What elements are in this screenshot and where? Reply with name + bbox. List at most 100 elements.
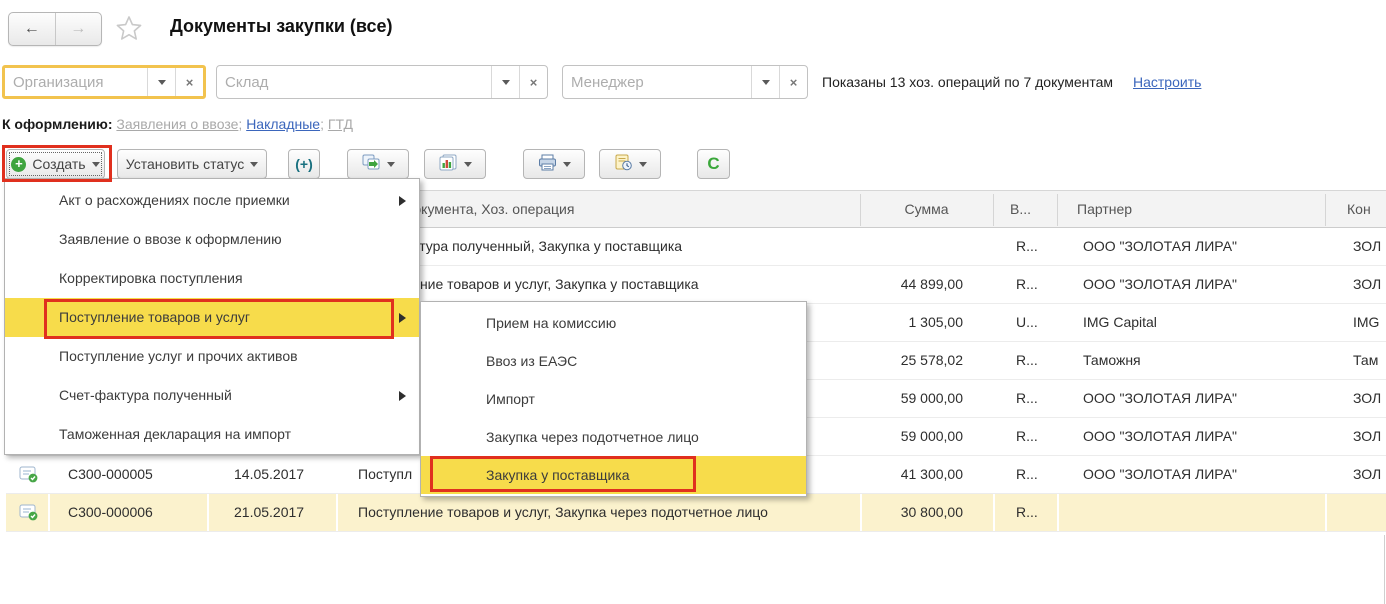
configure-link[interactable]: Настроить [1133,74,1201,90]
refresh-button[interactable]: C [697,149,730,179]
menu-item-customs-declaration[interactable]: Таможенная декларация на импорт [5,415,419,454]
cell-number: С300-000006 [68,494,213,531]
menu-item-label: Закупка у поставщика [486,467,630,483]
menu-item-import-application[interactable]: Заявление о ввозе к оформлению [5,220,419,259]
cell-currency: R... [1016,494,1061,531]
submenu-arrow-icon [399,196,406,206]
post-document-button[interactable]: (+) [288,149,320,179]
page-title: Документы закупки (все) [170,16,393,37]
organization-filter[interactable]: Организация × [2,65,206,99]
chevron-down-icon [92,162,100,167]
table-right-border [1384,535,1385,604]
post-document-icon: (+) [295,156,313,172]
cell-sum: 25 578,02 [826,342,963,379]
chevron-down-icon [250,162,258,167]
import-applications-link[interactable]: Заявления о ввозе [116,116,238,132]
cell-sum: 59 000,00 [826,380,963,417]
plus-icon: + [11,157,26,172]
column-header-doc-type[interactable]: Тип документа, Хоз. операция [378,191,864,227]
print-button[interactable] [523,149,585,179]
menu-item-discrepancy-act[interactable]: Акт о расхождениях после приемки [5,181,419,220]
submenu-item-purchase-from-supplier[interactable]: Закупка у поставщика [421,456,806,494]
organization-dropdown-button[interactable] [147,68,175,96]
menu-item-label: Счет-фактура полученный [59,387,232,403]
cell-partner: ООО "ЗОЛОТАЯ ЛИРА" [1083,380,1328,417]
waybills-link[interactable]: Накладные [246,116,320,132]
organization-clear-button[interactable]: × [175,68,203,96]
submenu-item-import[interactable]: Импорт [421,380,806,418]
cell-counterparty: ЗОЛ [1353,456,1386,493]
scheduled-docs-button[interactable] [599,149,661,179]
cell-counterparty: ЗОЛ [1353,418,1386,455]
cell-counterparty: ЗОЛ [1353,380,1386,417]
submenu-item-eaeu-import[interactable]: Ввоз из ЕАЭС [421,342,806,380]
cell-sum: 30 800,00 [826,494,963,531]
menu-item-label: Ввоз из ЕАЭС [486,353,577,369]
separator: ; [320,116,328,132]
back-button[interactable]: ← [9,13,56,45]
menu-item-label: Акт о расхождениях после приемки [59,192,290,208]
cell-currency: R... [1016,266,1061,303]
cell-partner: Таможня [1083,342,1328,379]
chevron-down-icon [464,162,472,167]
reports-button[interactable] [424,149,486,179]
submenu-arrow-icon [399,391,406,401]
cell-sum: 44 899,00 [826,266,963,303]
menu-item-label: Поступление товаров и услуг [59,309,250,325]
cell-counterparty: ЗОЛ [1353,228,1386,265]
menu-item-goods-services-receipt[interactable]: Поступление товаров и услуг [5,298,419,337]
manager-filter[interactable]: Менеджер × [562,65,808,99]
create-based-on-button[interactable] [347,149,409,179]
cell-doc-type: Поступление товаров и услуг, Закупка чер… [358,494,864,531]
cell-partner: ООО "ЗОЛОТАЯ ЛИРА" [1083,228,1328,265]
clear-icon: × [530,75,538,90]
organization-placeholder: Организация [5,68,147,96]
menu-item-label: Прием на комиссию [486,315,616,331]
menu-item-services-other-assets[interactable]: Поступление услуг и прочих активов [5,337,419,376]
forward-button[interactable]: → [56,13,102,45]
favorite-star-icon[interactable] [113,13,145,45]
manager-clear-button[interactable]: × [779,66,807,98]
menu-item-label: Таможенная декларация на импорт [59,426,291,442]
chevron-down-icon [639,162,647,167]
cell-currency: U... [1016,304,1061,341]
cell-partner [1083,494,1328,531]
submenu-arrow-icon [399,313,406,323]
menu-item-invoice-received[interactable]: Счет-фактура полученный [5,376,419,415]
column-header-sum[interactable]: Сумма [860,191,993,227]
warehouse-filter[interactable]: Склад × [216,65,548,99]
cell-currency: R... [1016,456,1061,493]
submenu-item-commission[interactable]: Прием на комиссию [421,304,806,342]
cell-doc-type: Поступление товаров и услуг, Закупка у п… [358,266,864,303]
create-menu: Акт о расхождениях после приемки Заявлен… [4,178,420,455]
cell-partner: ООО "ЗОЛОТАЯ ЛИРА" [1083,418,1328,455]
chevron-down-icon [387,162,395,167]
set-status-button[interactable]: Установить статус [117,149,267,179]
manager-dropdown-button[interactable] [751,66,779,98]
cell-partner: IMG Capital [1083,304,1328,341]
column-header-counterparty[interactable]: Кон [1347,191,1386,227]
warehouse-dropdown-button[interactable] [491,66,519,98]
menu-item-label: Закупка через подотчетное лицо [486,429,699,445]
column-header-currency[interactable]: В... [1010,191,1058,227]
cell-currency: R... [1016,228,1061,265]
table-row-selected[interactable]: С300-000006 21.05.2017 Поступление товар… [6,494,1386,532]
create-button[interactable]: + Создать [6,149,105,179]
back-arrow-icon: ← [24,20,40,38]
chevron-down-icon [158,80,166,85]
menu-item-label: Импорт [486,391,535,407]
forward-arrow-icon: → [70,20,86,38]
cell-counterparty: IMG [1353,304,1386,341]
warehouse-placeholder: Склад [217,66,491,98]
cell-currency: R... [1016,418,1061,455]
manager-placeholder: Менеджер [563,66,751,98]
submenu-item-purchase-via-accountable[interactable]: Закупка через подотчетное лицо [421,418,806,456]
menu-item-label: Поступление услуг и прочих активов [59,348,298,364]
column-header-partner[interactable]: Партнер [1077,191,1322,227]
warehouse-clear-button[interactable]: × [519,66,547,98]
cell-date: 14.05.2017 [234,456,339,493]
gtd-link[interactable]: ГТД [328,116,353,132]
menu-item-receipt-correction[interactable]: Корректировка поступления [5,259,419,298]
create-button-label: Создать [32,156,85,172]
create-based-on-icon [362,154,381,174]
